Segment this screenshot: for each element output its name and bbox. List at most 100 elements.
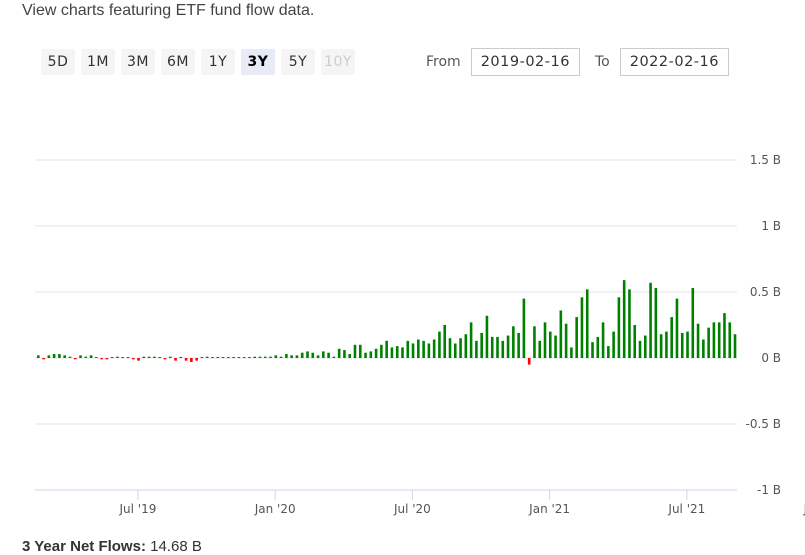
flow-bar[interactable]: [427, 343, 431, 358]
flow-bar[interactable]: [570, 347, 573, 358]
flow-bar[interactable]: [702, 339, 705, 358]
flow-bar[interactable]: [395, 346, 399, 358]
flow-bar[interactable]: [522, 298, 526, 358]
flow-bar[interactable]: [95, 357, 98, 358]
range-button-6m[interactable]: 6M: [161, 49, 195, 75]
flow-bar[interactable]: [490, 336, 494, 358]
flow-bar[interactable]: [158, 357, 161, 358]
flow-bar[interactable]: [475, 340, 478, 358]
flow-bar[interactable]: [137, 358, 140, 361]
flow-bar[interactable]: [601, 322, 605, 358]
flow-bar[interactable]: [216, 357, 220, 358]
flow-bar[interactable]: [659, 334, 663, 358]
flow-bar[interactable]: [607, 346, 610, 358]
flow-bar[interactable]: [691, 288, 695, 358]
flow-bar[interactable]: [633, 325, 637, 358]
flow-bar[interactable]: [227, 357, 230, 358]
flow-bar[interactable]: [84, 356, 88, 358]
flow-bar[interactable]: [232, 357, 235, 358]
flow-bar[interactable]: [443, 325, 447, 358]
flow-bar[interactable]: [105, 358, 109, 360]
flow-bar[interactable]: [42, 358, 45, 360]
flow-bar[interactable]: [564, 323, 568, 358]
flow-bar[interactable]: [263, 356, 267, 358]
to-date-input[interactable]: 2022-02-16: [619, 48, 729, 76]
flow-bar[interactable]: [643, 335, 647, 358]
flow-bar[interactable]: [100, 358, 103, 360]
flow-bar[interactable]: [327, 352, 330, 358]
flow-bar[interactable]: [285, 354, 288, 358]
flow-bar[interactable]: [237, 357, 241, 358]
flow-bar[interactable]: [665, 331, 668, 358]
flow-bar[interactable]: [422, 340, 425, 358]
flow-bar[interactable]: [374, 348, 378, 358]
flow-bar[interactable]: [306, 351, 309, 358]
flow-bar[interactable]: [628, 289, 631, 358]
flow-bar[interactable]: [432, 339, 436, 358]
flow-bar[interactable]: [686, 331, 689, 358]
flow-bar[interactable]: [459, 338, 462, 358]
flow-bar[interactable]: [448, 338, 452, 358]
flow-bar[interactable]: [585, 289, 589, 358]
range-button-3m[interactable]: 3M: [121, 49, 155, 75]
flow-bar[interactable]: [591, 342, 594, 358]
flow-bar[interactable]: [47, 355, 51, 358]
flow-bar[interactable]: [147, 356, 151, 358]
flow-bar[interactable]: [390, 347, 394, 358]
flow-bar[interactable]: [353, 344, 357, 358]
flow-bar[interactable]: [37, 355, 40, 358]
flow-bar[interactable]: [269, 356, 272, 358]
flow-bar[interactable]: [89, 355, 93, 358]
flow-bar[interactable]: [52, 354, 56, 358]
flow-bar[interactable]: [723, 313, 726, 358]
flow-bar[interactable]: [116, 356, 119, 358]
flow-bar[interactable]: [221, 357, 225, 358]
flow-bar[interactable]: [58, 354, 61, 358]
flow-bar[interactable]: [654, 288, 658, 358]
flow-bar[interactable]: [63, 355, 66, 358]
flow-bar[interactable]: [517, 332, 520, 358]
flow-bar[interactable]: [184, 358, 188, 361]
flow-bar[interactable]: [79, 355, 82, 358]
flow-bar[interactable]: [622, 280, 626, 358]
flow-bar[interactable]: [580, 297, 584, 358]
flow-bar[interactable]: [675, 298, 679, 358]
flow-bar[interactable]: [559, 310, 563, 358]
flow-bar[interactable]: [364, 352, 367, 358]
flow-bar[interactable]: [554, 335, 557, 358]
flow-bar[interactable]: [438, 331, 441, 358]
flow-bar[interactable]: [290, 355, 293, 358]
flow-bar[interactable]: [649, 282, 652, 358]
flow-bar[interactable]: [248, 357, 251, 358]
flow-bar[interactable]: [316, 355, 320, 358]
flow-bar[interactable]: [548, 331, 552, 358]
flow-bar[interactable]: [680, 332, 684, 358]
range-button-3y[interactable]: 3Y: [241, 49, 275, 75]
range-button-5y[interactable]: 5Y: [281, 49, 315, 75]
flow-bar[interactable]: [596, 336, 600, 358]
flow-bar[interactable]: [358, 344, 362, 358]
flow-bar[interactable]: [575, 317, 578, 358]
flow-bar[interactable]: [401, 347, 404, 358]
flow-bar[interactable]: [543, 322, 547, 358]
flow-bar[interactable]: [121, 357, 125, 358]
flow-bar[interactable]: [153, 356, 156, 358]
flow-bar[interactable]: [417, 339, 420, 358]
flow-bar[interactable]: [68, 356, 72, 358]
flow-bar[interactable]: [348, 354, 352, 358]
flow-bar[interactable]: [638, 340, 642, 358]
flow-bar[interactable]: [179, 357, 183, 358]
flow-bar[interactable]: [190, 358, 193, 362]
flow-bar[interactable]: [506, 335, 510, 358]
flow-bar[interactable]: [195, 358, 198, 361]
from-date-input[interactable]: 2019-02-16: [470, 48, 580, 76]
flow-bar[interactable]: [332, 356, 336, 358]
range-button-1y[interactable]: 1Y: [201, 49, 235, 75]
flow-bar[interactable]: [322, 351, 325, 358]
range-button-5d[interactable]: 5D: [41, 49, 75, 75]
flow-bar[interactable]: [258, 356, 262, 358]
flow-bar[interactable]: [469, 322, 473, 358]
flow-bar[interactable]: [712, 322, 716, 358]
flow-bar[interactable]: [274, 355, 278, 358]
flow-bar[interactable]: [612, 331, 615, 358]
